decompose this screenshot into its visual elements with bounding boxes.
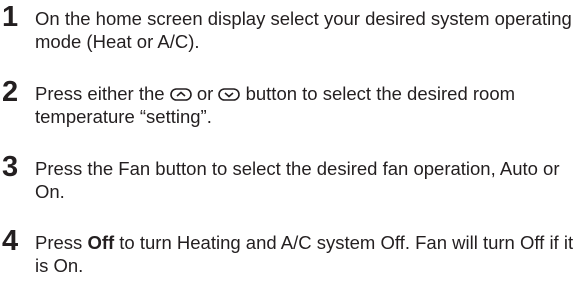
step-text-before: Press — [35, 232, 83, 253]
step-text-after: to turn Heating and A/C system Off. Fan … — [35, 232, 574, 276]
step-text-before: Press either the — [35, 83, 165, 104]
step-number: 3 — [2, 151, 19, 183]
down-arrow-button-icon — [218, 88, 241, 101]
step-number: 4 — [2, 225, 19, 257]
step-number: 2 — [2, 76, 19, 108]
up-arrow-button-icon — [169, 88, 192, 101]
step-text: On the home screen display select your d… — [35, 8, 572, 52]
step-text: Press either the or button to select the… — [35, 82, 574, 128]
step-text-middle: or — [196, 83, 214, 104]
step-text: Press the Fan button to select the desir… — [35, 158, 560, 202]
step-number: 1 — [2, 1, 19, 33]
off-keyword: Off — [87, 232, 115, 253]
step-text: Press Off to turn Heating and A/C system… — [35, 231, 574, 277]
